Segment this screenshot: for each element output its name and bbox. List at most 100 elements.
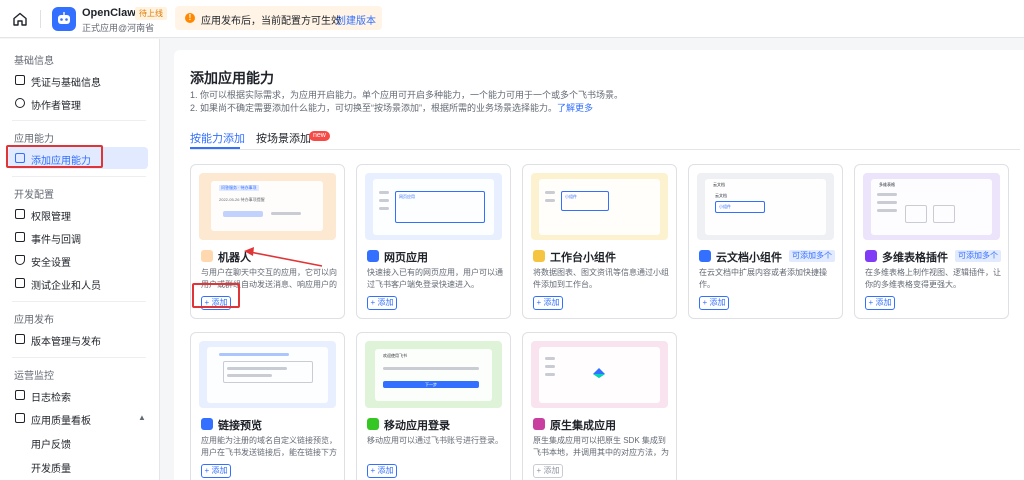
sidebar-divider — [12, 176, 146, 177]
card-description: 应用能为注册的域名自定义链接预览，用户在飞书发送链接后，能在链接下方展示... — [201, 436, 337, 457]
ability-card-base-plugin[interactable]: 多维表格 多维表格插件 可添加多个 在多维表格上制作视图、逻辑插件，让你的多维表… — [854, 164, 1009, 319]
sidebar-item-label: 版本管理与发布 — [31, 337, 101, 348]
app-logo — [52, 7, 76, 31]
new-badge: new — [309, 131, 330, 141]
add-button[interactable]: + 添加 — [865, 296, 895, 310]
lock-box-icon — [15, 209, 25, 219]
ability-card-web-app[interactable]: 网页应用 网页应用 快速接入已有的网页应用，用户可以通过飞书客户端免登录快速进入… — [356, 164, 511, 319]
shield-icon — [15, 255, 25, 265]
code-box-icon — [15, 278, 25, 288]
sidebar-item-versions[interactable]: 版本管理与发布 — [8, 328, 148, 350]
native-app-icon — [533, 418, 545, 430]
sidebar-item-security[interactable]: 安全设置 — [8, 249, 148, 271]
ability-card-native-integration[interactable]: 原生集成应用 原生集成应用可以把原生 SDK 集成到飞书本地，并调用其中的对应方… — [522, 332, 677, 480]
thumb-text: 问答服务 · 待办事项 — [219, 185, 259, 191]
web-app-icon — [367, 250, 379, 262]
log-icon — [15, 390, 25, 400]
thumb-frame — [223, 361, 313, 383]
tab-by-ability[interactable]: 按能力添加 — [190, 130, 245, 146]
thumb-text: 云文档 — [715, 193, 727, 198]
add-button[interactable]: + 添加 — [367, 296, 397, 310]
create-version-link[interactable]: 创建版本 — [336, 12, 376, 27]
phone-icon — [367, 418, 379, 430]
sidebar-divider — [12, 357, 146, 358]
sidebar-item-permissions[interactable]: 权限管理 — [8, 203, 148, 225]
sidebar-item-logs[interactable]: 日志检索 — [8, 384, 148, 406]
sidebar-item-collaborators[interactable]: 协作者管理 — [8, 92, 148, 114]
ability-card-docs-widget[interactable]: 云文档 云文档 小组件 云文档小组件 可添加多个 在云文档中扩展内容或者添加快捷… — [688, 164, 843, 319]
thumb-text: 2022-05-26 待办事项提醒 — [219, 197, 265, 202]
id-card-icon — [15, 75, 25, 85]
thumb-frame — [905, 205, 927, 223]
user-icon — [15, 98, 25, 108]
thumb-bar — [545, 365, 555, 368]
add-button[interactable]: + 添加 — [533, 296, 563, 310]
sidebar-item-label: 权限管理 — [31, 212, 71, 223]
add-button[interactable]: + 添加 — [201, 464, 231, 478]
card-description: 将数据图表、图文资讯等信息通过小组件添加到工作台。 — [533, 268, 669, 289]
card-description: 移动应用可以通过飞书账号进行登录。 — [367, 436, 503, 445]
card-description: 在云文档中扩展内容或者添加快捷操作。 — [699, 268, 827, 289]
tab-by-scenario[interactable]: 按场景添加 — [256, 130, 311, 146]
publish-notice: ! 应用发布后，当前配置方可生效 创建版本 — [175, 6, 382, 30]
section-title-dev: 开发配置 — [14, 190, 54, 201]
highlight-box — [6, 145, 103, 168]
tabs-divider — [190, 149, 1020, 150]
description-text: 2. 如果尚不确定需要添加什么能力，可切换至“按场景添加”，根据所需的业务场景选… — [190, 103, 558, 113]
sidebar-item-label: 协作者管理 — [31, 101, 81, 112]
card-title: 原生集成应用 — [550, 420, 616, 432]
add-button[interactable]: + 添加 — [533, 464, 563, 478]
sidebar-item-test-org[interactable]: 测试企业和人员 — [8, 272, 148, 294]
sidebar-item-label: 测试企业和人员 — [31, 281, 101, 292]
thumb-bar — [379, 199, 389, 202]
header-divider — [40, 10, 41, 28]
add-button[interactable]: + 添加 — [699, 296, 729, 310]
thumb-bar — [545, 191, 555, 194]
ability-card-link-preview[interactable]: 链接预览 应用能为注册的域名自定义链接预览，用户在飞书发送链接后，能在链接下方展… — [190, 332, 345, 480]
add-button[interactable]: + 添加 — [367, 464, 397, 478]
card-description: 原生集成应用可以把原生 SDK 集成到飞书本地，并调用其中的对应方法，为用户提.… — [533, 436, 669, 457]
sidebar-item-quality[interactable]: 应用质量看板 ▲ — [8, 407, 148, 429]
learn-more-link[interactable]: 了解更多 — [557, 103, 593, 113]
thumb-bar — [877, 209, 897, 212]
thumb-text: 云文档 — [713, 182, 725, 187]
sidebar-item-dev-quality[interactable]: 开发质量 — [8, 455, 148, 477]
sidebar-item-credentials[interactable]: 凭证与基础信息 — [8, 69, 148, 91]
sidebar-item-label: 日志检索 — [31, 393, 71, 404]
thumb-bar — [227, 374, 272, 377]
thumb-bar — [271, 212, 301, 215]
robot-icon — [201, 250, 213, 262]
app-name: OpenClaw — [82, 7, 136, 19]
app-subtitle: 正式应用@河南省 — [82, 23, 155, 33]
event-icon — [15, 232, 25, 242]
widget-thumbnail: 小组件 — [531, 173, 668, 240]
sidebar-divider — [12, 301, 146, 302]
upload-icon — [15, 334, 25, 344]
thumb-text: 小组件 — [719, 204, 731, 209]
page-title: 添加应用能力 — [190, 70, 274, 86]
section-title-basic: 基础信息 — [14, 56, 54, 67]
ability-card-workplace-widget[interactable]: 小组件 工作台小组件 将数据图表、图文资讯等信息通过小组件添加到工作台。 + 添… — [522, 164, 677, 319]
feishu-logo-icon — [593, 368, 605, 378]
bot-thumbnail: 问答服务 · 待办事项 2022-05-26 待办事项提醒 — [199, 173, 336, 240]
sidebar-item-feedback[interactable]: 用户反馈 — [8, 431, 148, 453]
thumb-text: 网页应用 — [399, 194, 415, 199]
thumb-bar — [219, 353, 289, 356]
link-preview-thumbnail — [199, 341, 336, 408]
card-description: 在多维表格上制作视图、逻辑插件，让你的多维表格变得更强大。 — [865, 268, 1001, 289]
main-panel: 添加应用能力 1. 你可以根据实际需求，为应用开启能力。单个应用可开启多种能力，… — [174, 50, 1024, 480]
highlight-box — [192, 283, 240, 308]
section-title-ability: 应用能力 — [14, 134, 54, 145]
sidebar-item-events[interactable]: 事件与回调 — [8, 226, 148, 248]
home-icon[interactable] — [12, 11, 28, 27]
thumb-bar — [227, 367, 287, 370]
sidebar-item-label: 安全设置 — [31, 258, 71, 269]
card-title: 网页应用 — [384, 252, 428, 264]
sidebar-item-label: 凭证与基础信息 — [31, 78, 101, 89]
ability-card-mobile-login[interactable]: 欢迎使用飞书 下一步 移动应用登录 移动应用可以通过飞书账号进行登录。 + 添加 — [356, 332, 511, 480]
sidebar: 基础信息 凭证与基础信息 协作者管理 应用能力 添加应用能力 开发配置 权限管理… — [0, 39, 160, 480]
card-title: 移动应用登录 — [384, 420, 450, 432]
chart-icon — [15, 413, 25, 423]
link-icon — [201, 418, 213, 430]
card-description: 快速接入已有的网页应用，用户可以通过飞书客户端免登录快速进入。 — [367, 268, 503, 289]
